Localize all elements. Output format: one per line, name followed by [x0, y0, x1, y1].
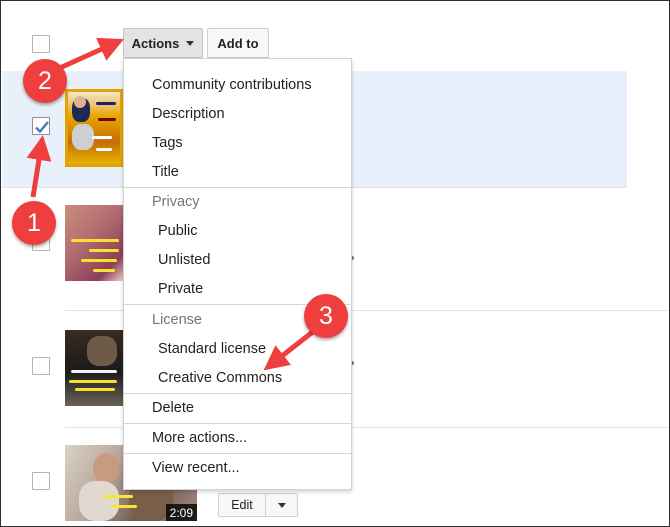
menu-item-public[interactable]: Public: [124, 217, 351, 245]
menu-item-delete[interactable]: Delete: [124, 394, 351, 422]
menu-item-tags[interactable]: Tags: [124, 129, 351, 157]
chevron-down-icon: [277, 502, 286, 508]
step-badge-2: 2: [23, 59, 67, 103]
edit-button-group: Edit: [218, 493, 298, 517]
video-thumbnail-2[interactable]: [65, 205, 123, 281]
video-thumbnail-3[interactable]: [65, 330, 123, 406]
menu-item-description[interactable]: Description: [124, 100, 351, 128]
menu-item-community-contributions[interactable]: Community contributions: [124, 71, 351, 99]
video-checkbox-1[interactable]: [32, 117, 50, 135]
menu-header-privacy: Privacy: [152, 194, 200, 210]
add-to-button[interactable]: Add to: [207, 28, 269, 58]
video-manager-screen: 2:09 Edit Actions Add to Community contr…: [0, 0, 670, 527]
menu-item-standard-license[interactable]: Standard license: [124, 335, 351, 363]
actions-button[interactable]: Actions: [123, 28, 203, 58]
actions-button-label: Actions: [131, 35, 180, 51]
edit-button[interactable]: Edit: [219, 494, 266, 516]
video-checkbox-4[interactable]: [32, 472, 50, 490]
menu-item-creative-commons[interactable]: Creative Commons: [124, 364, 351, 392]
menu-item-unlisted[interactable]: Unlisted: [124, 246, 351, 274]
menu-item-view-recent[interactable]: View recent...: [124, 454, 351, 482]
caret-down-icon: [186, 40, 195, 46]
step-badge-1: 1: [12, 201, 56, 245]
step-badge-3: 3: [304, 294, 348, 338]
menu-item-title[interactable]: Title: [124, 158, 351, 186]
menu-item-more-actions[interactable]: More actions...: [124, 424, 351, 452]
add-to-button-label: Add to: [217, 35, 259, 51]
select-all-checkbox[interactable]: [32, 35, 50, 53]
actions-dropdown-menu: Community contributions Description Tags…: [123, 58, 352, 490]
video-duration: 2:09: [165, 504, 197, 521]
checkmark-icon: [35, 121, 49, 134]
edit-dropdown-button[interactable]: [266, 494, 297, 516]
video-checkbox-3[interactable]: [32, 357, 50, 375]
video-thumbnail-1[interactable]: [65, 89, 123, 167]
